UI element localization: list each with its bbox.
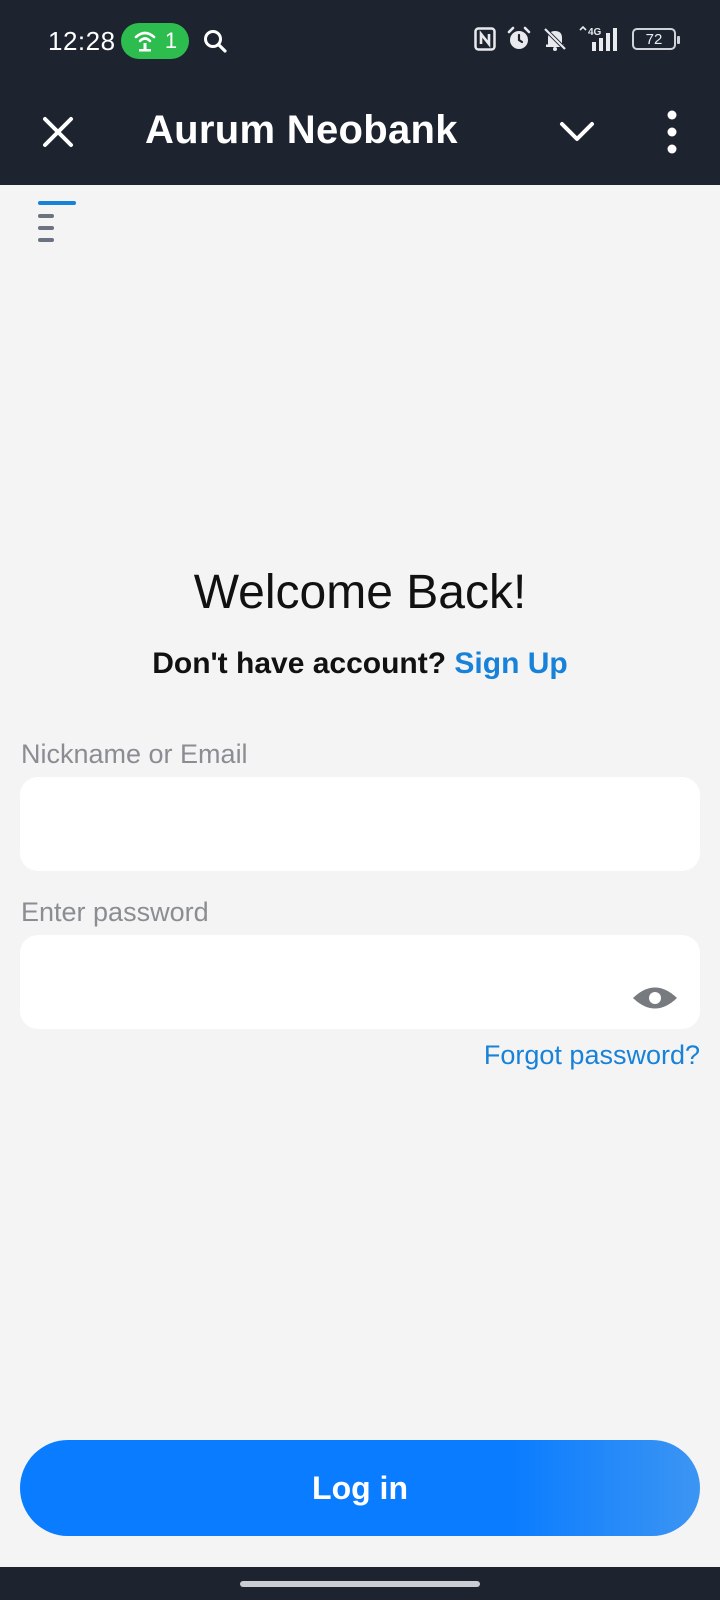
login-button[interactable]: Log in — [20, 1440, 700, 1536]
battery-icon: 72 — [632, 28, 680, 50]
email-field[interactable] — [20, 777, 700, 871]
menu-icon[interactable] — [38, 201, 78, 245]
status-bar: 12:28 1 4G 72 — [0, 0, 720, 80]
password-label: Enter password — [21, 897, 209, 927]
welcome-title: Welcome Back! — [193, 566, 527, 619]
alarm-icon — [507, 26, 531, 49]
hotspot-icon — [134, 31, 156, 52]
password-field[interactable] — [20, 935, 700, 1029]
forgot-password-link[interactable]: Forgot password? — [484, 1040, 700, 1071]
login-screen: Welcome Back! Don't have account? Sign U… — [0, 185, 720, 1567]
network-type: 4G — [588, 27, 602, 38]
app-title: Aurum Neobank — [145, 108, 458, 152]
signup-link[interactable]: Sign Up — [454, 647, 567, 680]
status-time: 12:28 — [48, 26, 116, 56]
navigation-bar — [0, 1567, 720, 1600]
nfc-icon — [474, 27, 496, 51]
hotspot-count: 1 — [164, 28, 178, 53]
battery-level: 72 — [645, 30, 663, 48]
status-icons: 4G 72 — [474, 26, 680, 52]
search-icon — [204, 30, 227, 53]
home-indicator[interactable] — [240, 1581, 480, 1587]
email-label: Nickname or Email — [21, 739, 248, 769]
app-bar: Aurum Neobank — [0, 80, 720, 185]
chevron-down-icon[interactable] — [558, 118, 596, 146]
more-vertical-icon[interactable] — [662, 110, 682, 154]
bell-off-icon — [543, 27, 567, 51]
signup-prompt: Don't have account? — [152, 647, 447, 680]
signup-prompt-line: Don't have account? Sign Up — [0, 647, 720, 681]
signal-icon: 4G — [579, 26, 617, 51]
close-icon[interactable] — [40, 114, 76, 150]
eye-icon[interactable] — [632, 983, 678, 1013]
hotspot-badge: 1 — [121, 23, 189, 59]
